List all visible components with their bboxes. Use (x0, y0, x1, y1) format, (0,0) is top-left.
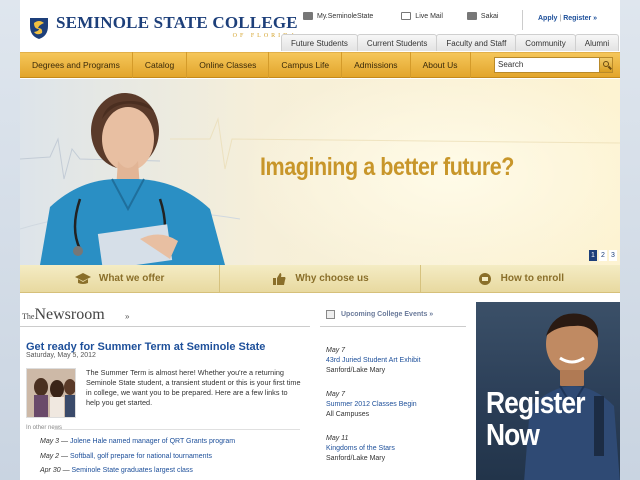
event-location: All Campuses (326, 411, 370, 418)
main-nav: Degrees and Programs Catalog Online Clas… (20, 52, 620, 78)
list-item[interactable]: May 2 — Softball, golf prepare for natio… (40, 453, 235, 468)
nav-campus-life[interactable]: Campus Life (269, 52, 343, 78)
nav-catalog[interactable]: Catalog (133, 52, 188, 78)
event-date: May 7 (326, 391, 346, 398)
event-item: May 7 Summer 2012 Classes Begin All Camp… (326, 390, 421, 434)
quick-link-label: Sakai (480, 12, 499, 20)
apply-separator: | (559, 15, 562, 22)
quick-links: My.SeminoleState Live Mail Sakai (303, 12, 522, 20)
college-logo[interactable]: SEMINOLE STATE COLLEGE OF FLORIDA (28, 14, 298, 42)
page-background-left (0, 0, 20, 480)
event-title-link[interactable]: 43rd Juried Student Art Exhibit (326, 356, 421, 366)
newsroom-title[interactable]: TheNewsroom (22, 306, 105, 324)
search-button[interactable] (599, 57, 613, 73)
event-title-link[interactable]: Summer 2012 Classes Begin (326, 400, 421, 410)
apply-link[interactable]: Apply (538, 15, 557, 22)
newsroom-arrow[interactable]: » (125, 312, 129, 321)
quick-link-sakai[interactable]: Sakai (466, 12, 499, 20)
logo-name: SEMINOLE STATE COLLEGE (56, 13, 298, 32)
ad-headline-line1: Register (486, 385, 585, 420)
list-item[interactable]: Apr 30 — Seminole State graduates larges… (40, 467, 235, 480)
events-heading-link[interactable]: Upcoming College Events » (326, 310, 433, 319)
story-date: Saturday, May 5, 2012 (26, 352, 96, 359)
other-news-label: In other news (26, 425, 63, 431)
quick-link-live-mail[interactable]: Live Mail (401, 12, 443, 20)
other-news-list: May 3 — Jolene Hale named manager of QRT… (40, 438, 235, 480)
enroll-icon (477, 272, 493, 285)
logo-subtitle: OF FLORIDA (232, 33, 298, 39)
tab-community[interactable]: Community (515, 34, 576, 51)
newsroom-title-text: Newsroom (34, 306, 105, 323)
audience-tabs: Future Students Current Students Faculty… (281, 34, 620, 51)
hero-page-1[interactable]: 1 (589, 250, 597, 261)
story-photo[interactable] (26, 368, 76, 418)
story-body: The Summer Term is almost here! Whether … (86, 368, 301, 407)
tab-faculty-staff[interactable]: Faculty and Staff (436, 34, 517, 51)
portal-icon (303, 12, 313, 20)
quick-link-label: My.SeminoleState (317, 12, 374, 20)
register-link[interactable]: Register » (563, 15, 597, 22)
feature-why-choose-us[interactable]: Why choose us (220, 265, 421, 292)
newsroom-title-prefix: The (22, 312, 35, 321)
feature-bar: What we offer Why choose us How to enrol… (20, 265, 620, 293)
quick-link-label: Live Mail (415, 12, 443, 20)
event-title-link[interactable]: Kingdoms of the Stars (326, 444, 421, 454)
feature-label: Why choose us (295, 273, 369, 284)
event-date: May 11 (326, 435, 349, 442)
event-date: May 7 (326, 347, 346, 354)
nav-degrees-programs[interactable]: Degrees and Programs (20, 52, 133, 78)
feature-label: What we offer (98, 273, 165, 284)
event-location: Sanford/Lake Mary (326, 367, 386, 374)
nav-about-us[interactable]: About Us (411, 52, 471, 78)
logo-mark-icon (28, 16, 50, 40)
apply-register-links: Apply | Register » (538, 15, 597, 22)
thumbs-up-icon (271, 272, 287, 285)
hero-banner[interactable]: Imagining a better future? 1 2 3 (20, 79, 620, 265)
tab-alumni[interactable]: Alumni (574, 34, 620, 51)
feature-label: How to enroll (500, 273, 564, 284)
search-input[interactable]: Search (494, 57, 600, 73)
page-background-right (620, 0, 640, 480)
page: SEMINOLE STATE COLLEGE OF FLORIDA My.Sem… (20, 0, 620, 480)
event-item: May 11 Kingdoms of the Stars Sanford/Lak… (326, 434, 421, 478)
hero-page-2[interactable]: 2 (599, 250, 607, 261)
tab-future-students[interactable]: Future Students (281, 34, 358, 51)
computer-icon (466, 12, 477, 20)
ad-headline-line2: Now (486, 417, 540, 452)
hero-page-3[interactable]: 3 (609, 250, 617, 261)
tab-current-students[interactable]: Current Students (356, 34, 438, 51)
event-item: May 7 43rd Juried Student Art Exhibit Sa… (326, 346, 421, 390)
graduation-cap-icon (74, 272, 91, 285)
nav-admissions[interactable]: Admissions (342, 52, 411, 78)
events-list: May 7 43rd Juried Student Art Exhibit Sa… (326, 346, 421, 478)
hero-headline: Imagining a better future? (260, 153, 515, 181)
mail-icon (401, 12, 412, 20)
quick-link-myseminolestate[interactable]: My.SeminoleState (303, 12, 373, 20)
event-location: Sanford/Lake Mary (326, 455, 386, 462)
feature-how-to-enroll[interactable]: How to enroll (421, 265, 620, 292)
nav-online-classes[interactable]: Online Classes (187, 52, 270, 78)
register-now-ad[interactable]: Register Now (476, 302, 620, 480)
list-item[interactable]: May 3 — Jolene Hale named manager of QRT… (40, 438, 235, 453)
quick-links-divider (522, 10, 523, 30)
hero-pager: 1 2 3 (587, 250, 617, 261)
events-heading: Upcoming College Events » (341, 311, 434, 318)
hero-photo-nurse (40, 93, 225, 265)
feature-what-we-offer[interactable]: What we offer (20, 265, 221, 292)
calendar-icon (326, 310, 335, 319)
